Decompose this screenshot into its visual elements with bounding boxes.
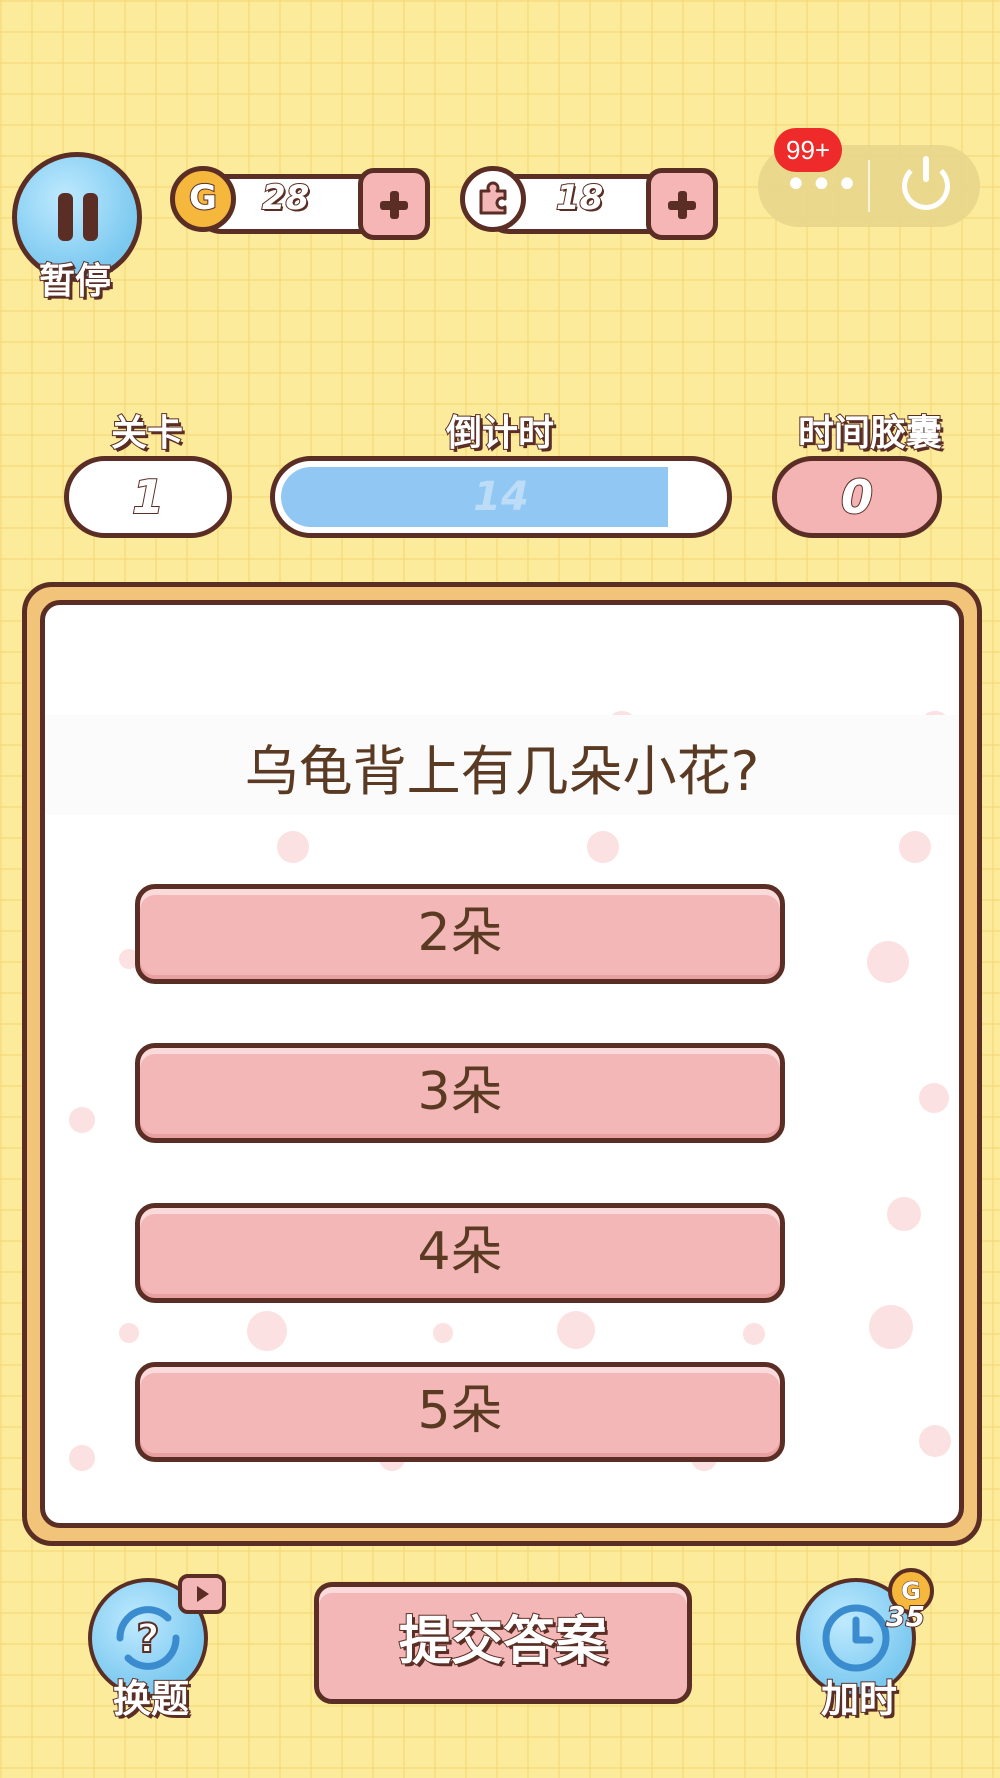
countdown-value: 14 — [473, 474, 529, 520]
level-value: 1 — [64, 456, 232, 538]
puzzle-piece-icon — [460, 166, 526, 232]
decor-dot — [119, 1323, 139, 1343]
decor-dot — [69, 1445, 95, 1471]
decor-dot — [869, 1305, 913, 1349]
add-puzzle-button[interactable] — [646, 168, 718, 240]
coin-icon: G — [170, 166, 236, 232]
puzzle-value: 18 — [555, 177, 604, 219]
svg-text:?: ? — [136, 1616, 159, 1662]
coin-value: 28 — [261, 177, 310, 219]
decor-dot — [247, 1311, 287, 1351]
decor-dot — [743, 1323, 765, 1345]
answer-option-4[interactable]: 5朵 — [135, 1362, 785, 1462]
time-capsule-value: 0 — [772, 456, 942, 538]
answer-option-2[interactable]: 3朵 — [135, 1043, 785, 1143]
question-text: 乌龟背上有几朵小花? — [244, 740, 760, 803]
decor-dot — [919, 1083, 949, 1113]
level-label: 关卡 — [110, 412, 184, 455]
add-coins-button[interactable] — [358, 168, 430, 240]
decor-dot — [69, 1107, 95, 1133]
decor-dot — [919, 1425, 951, 1457]
answer-option-1[interactable]: 2朵 — [135, 884, 785, 984]
notification-badge: 99+ — [774, 128, 843, 172]
submit-answer-button[interactable]: 提交答案 — [314, 1582, 692, 1704]
pause-icon-bar-right — [83, 193, 98, 241]
capsule-divider — [868, 160, 870, 212]
pause-label[interactable]: 暂停 — [20, 252, 130, 304]
video-ad-icon — [178, 1574, 226, 1614]
decor-dot — [433, 1323, 453, 1343]
decor-dot — [899, 831, 931, 863]
decor-dot — [887, 1197, 921, 1231]
power-icon-line — [923, 156, 929, 182]
countdown-bar: 14 — [270, 456, 732, 538]
time-capsule-label: 时间胶囊 — [797, 412, 943, 455]
timer-label: 倒计时 — [445, 412, 555, 455]
decor-dot — [867, 941, 909, 983]
answer-option-3[interactable]: 4朵 — [135, 1203, 785, 1303]
change-question-label[interactable]: 换题 — [86, 1668, 216, 1723]
decor-dot — [587, 831, 619, 863]
more-menu-icon[interactable]: ••• — [784, 165, 861, 205]
decor-dot — [277, 831, 309, 863]
add-time-label[interactable]: 加时 — [794, 1668, 924, 1723]
pause-icon-bar-left — [58, 193, 73, 241]
add-time-cost: 35 — [885, 1599, 926, 1634]
decor-dot — [557, 1311, 595, 1349]
